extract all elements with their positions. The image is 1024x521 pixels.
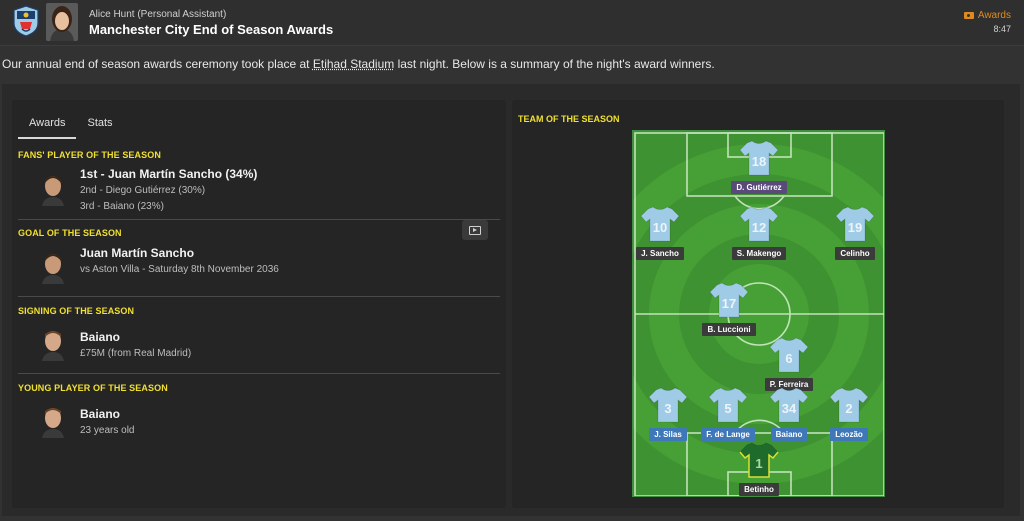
message-time: 8:47 xyxy=(993,24,1011,34)
signing-player[interactable]: Baiano xyxy=(80,330,120,344)
shirt-number: 1 xyxy=(755,456,762,471)
tab-awards[interactable]: Awards xyxy=(18,110,77,139)
shirt-number: 2 xyxy=(845,401,852,416)
tab-stats[interactable]: Stats xyxy=(76,110,123,139)
stadium-link[interactable]: Etihad Stadium xyxy=(313,57,394,71)
shirt-icon: 1 xyxy=(739,442,779,478)
tag-icon xyxy=(963,12,974,19)
player-name[interactable]: Leozão xyxy=(830,428,868,441)
player-leozao[interactable]: 2 Leozão xyxy=(809,386,884,442)
shirt-number: 34 xyxy=(782,401,797,416)
watch-goal-button[interactable] xyxy=(462,220,488,240)
message-body: Awards Stats FANS' PLAYER OF THE SEASON … xyxy=(2,84,1020,516)
message-header: Alice Hunt (Personal Assistant) Manchest… xyxy=(0,0,1024,46)
player-luccioni[interactable]: 17 B. Luccioni xyxy=(689,281,769,337)
video-icon xyxy=(469,225,481,235)
intro-before: Our annual end of season awards ceremony… xyxy=(2,57,313,71)
shirt-icon: 19 xyxy=(835,206,875,242)
shirt-icon: 2 xyxy=(829,387,869,423)
shirt-icon: 3 xyxy=(648,387,688,423)
player-name[interactable]: Baiano xyxy=(770,428,808,441)
shirt-icon: 34 xyxy=(769,387,809,423)
player-betinho[interactable]: 1 Betinho xyxy=(719,441,799,496)
awards-panel: Awards Stats FANS' PLAYER OF THE SEASON … xyxy=(12,100,506,508)
intro-after: last night. Below is a summary of the ni… xyxy=(394,57,715,71)
goal-match: vs Aston Villa - Saturday 8th November 2… xyxy=(80,264,279,275)
shirt-icon: 12 xyxy=(739,206,779,242)
shirt-icon: 10 xyxy=(640,206,680,242)
divider xyxy=(18,373,500,374)
player-face-sancho-goal[interactable] xyxy=(40,250,66,284)
club-crest-icon[interactable] xyxy=(13,5,39,37)
player-ferreira[interactable]: 6 P. Ferreira xyxy=(749,336,829,392)
goal-scorer[interactable]: Juan Martín Sancho xyxy=(80,246,194,260)
divider xyxy=(18,296,500,297)
tag-label: Awards xyxy=(977,10,1011,21)
player-face-sancho[interactable] xyxy=(40,172,66,206)
shirt-number: 10 xyxy=(653,220,667,235)
player-name[interactable]: Betinho xyxy=(739,483,779,496)
player-name[interactable]: S. Makengo xyxy=(731,247,787,260)
young-player-name[interactable]: Baiano xyxy=(80,407,120,421)
shirt-number: 6 xyxy=(785,351,792,366)
player-name[interactable]: D. Gutiérrez xyxy=(731,181,787,194)
shirt-icon: 18 xyxy=(739,140,779,176)
player-gutierrez[interactable]: 18 D. Gutiérrez xyxy=(719,139,799,195)
player-name[interactable]: Celinho xyxy=(835,247,875,260)
player-name[interactable]: F. de Lange xyxy=(701,428,755,441)
player-face-baiano-young[interactable] xyxy=(40,404,66,438)
signing-heading: SIGNING OF THE SEASON xyxy=(18,306,135,316)
shirt-number: 19 xyxy=(848,220,862,235)
player-sancho[interactable]: 10 J. Sancho xyxy=(633,205,700,261)
pitch: 18 D. Gutiérrez 10 J. Sancho 12 S. Makengo 19 C… xyxy=(632,130,885,497)
message-subject: Manchester City End of Season Awards xyxy=(89,22,334,37)
sender-label: Alice Hunt (Personal Assistant) xyxy=(89,9,227,20)
assistant-portrait[interactable] xyxy=(46,3,78,41)
fans-player-third: 3rd - Baiano (23%) xyxy=(80,201,164,212)
shirt-number: 5 xyxy=(724,401,731,416)
shirt-number: 17 xyxy=(722,296,736,311)
young-player-heading: YOUNG PLAYER OF THE SEASON xyxy=(18,383,168,393)
player-name[interactable]: B. Luccioni xyxy=(702,323,756,336)
shirt-number: 12 xyxy=(752,220,766,235)
fans-player-second: 2nd - Diego Gutiérrez (30%) xyxy=(80,185,206,196)
player-name[interactable]: J. Sancho xyxy=(636,247,684,260)
fans-player-winner[interactable]: 1st - Juan Martín Sancho (34%) xyxy=(80,167,257,181)
awards-tag[interactable]: Awards xyxy=(963,10,1011,21)
fans-player-heading: FANS' PLAYER OF THE SEASON xyxy=(18,150,161,160)
young-player-age: 23 years old xyxy=(80,425,135,436)
shirt-icon: 17 xyxy=(709,282,749,318)
team-of-season-panel: TEAM OF THE SEASON 18 D. Gutiérrez 10 J.… xyxy=(512,100,1004,508)
intro-text: Our annual end of season awards ceremony… xyxy=(2,57,715,71)
shirt-icon: 6 xyxy=(769,337,809,373)
divider xyxy=(18,219,500,220)
goal-heading: GOAL OF THE SEASON xyxy=(18,228,122,238)
player-makengo[interactable]: 12 S. Makengo xyxy=(719,205,799,261)
shirt-icon: 5 xyxy=(708,387,748,423)
signing-fee: £75M (from Real Madrid) xyxy=(80,348,192,359)
panel-tabs: Awards Stats xyxy=(18,110,124,139)
player-celinho[interactable]: 19 Celinho xyxy=(815,205,884,261)
player-face-baiano[interactable] xyxy=(40,327,66,361)
team-of-season-heading: TEAM OF THE SEASON xyxy=(518,114,620,124)
shirt-number: 3 xyxy=(664,401,671,416)
shirt-number: 18 xyxy=(752,154,766,169)
player-name[interactable]: J. Silas xyxy=(649,428,687,441)
